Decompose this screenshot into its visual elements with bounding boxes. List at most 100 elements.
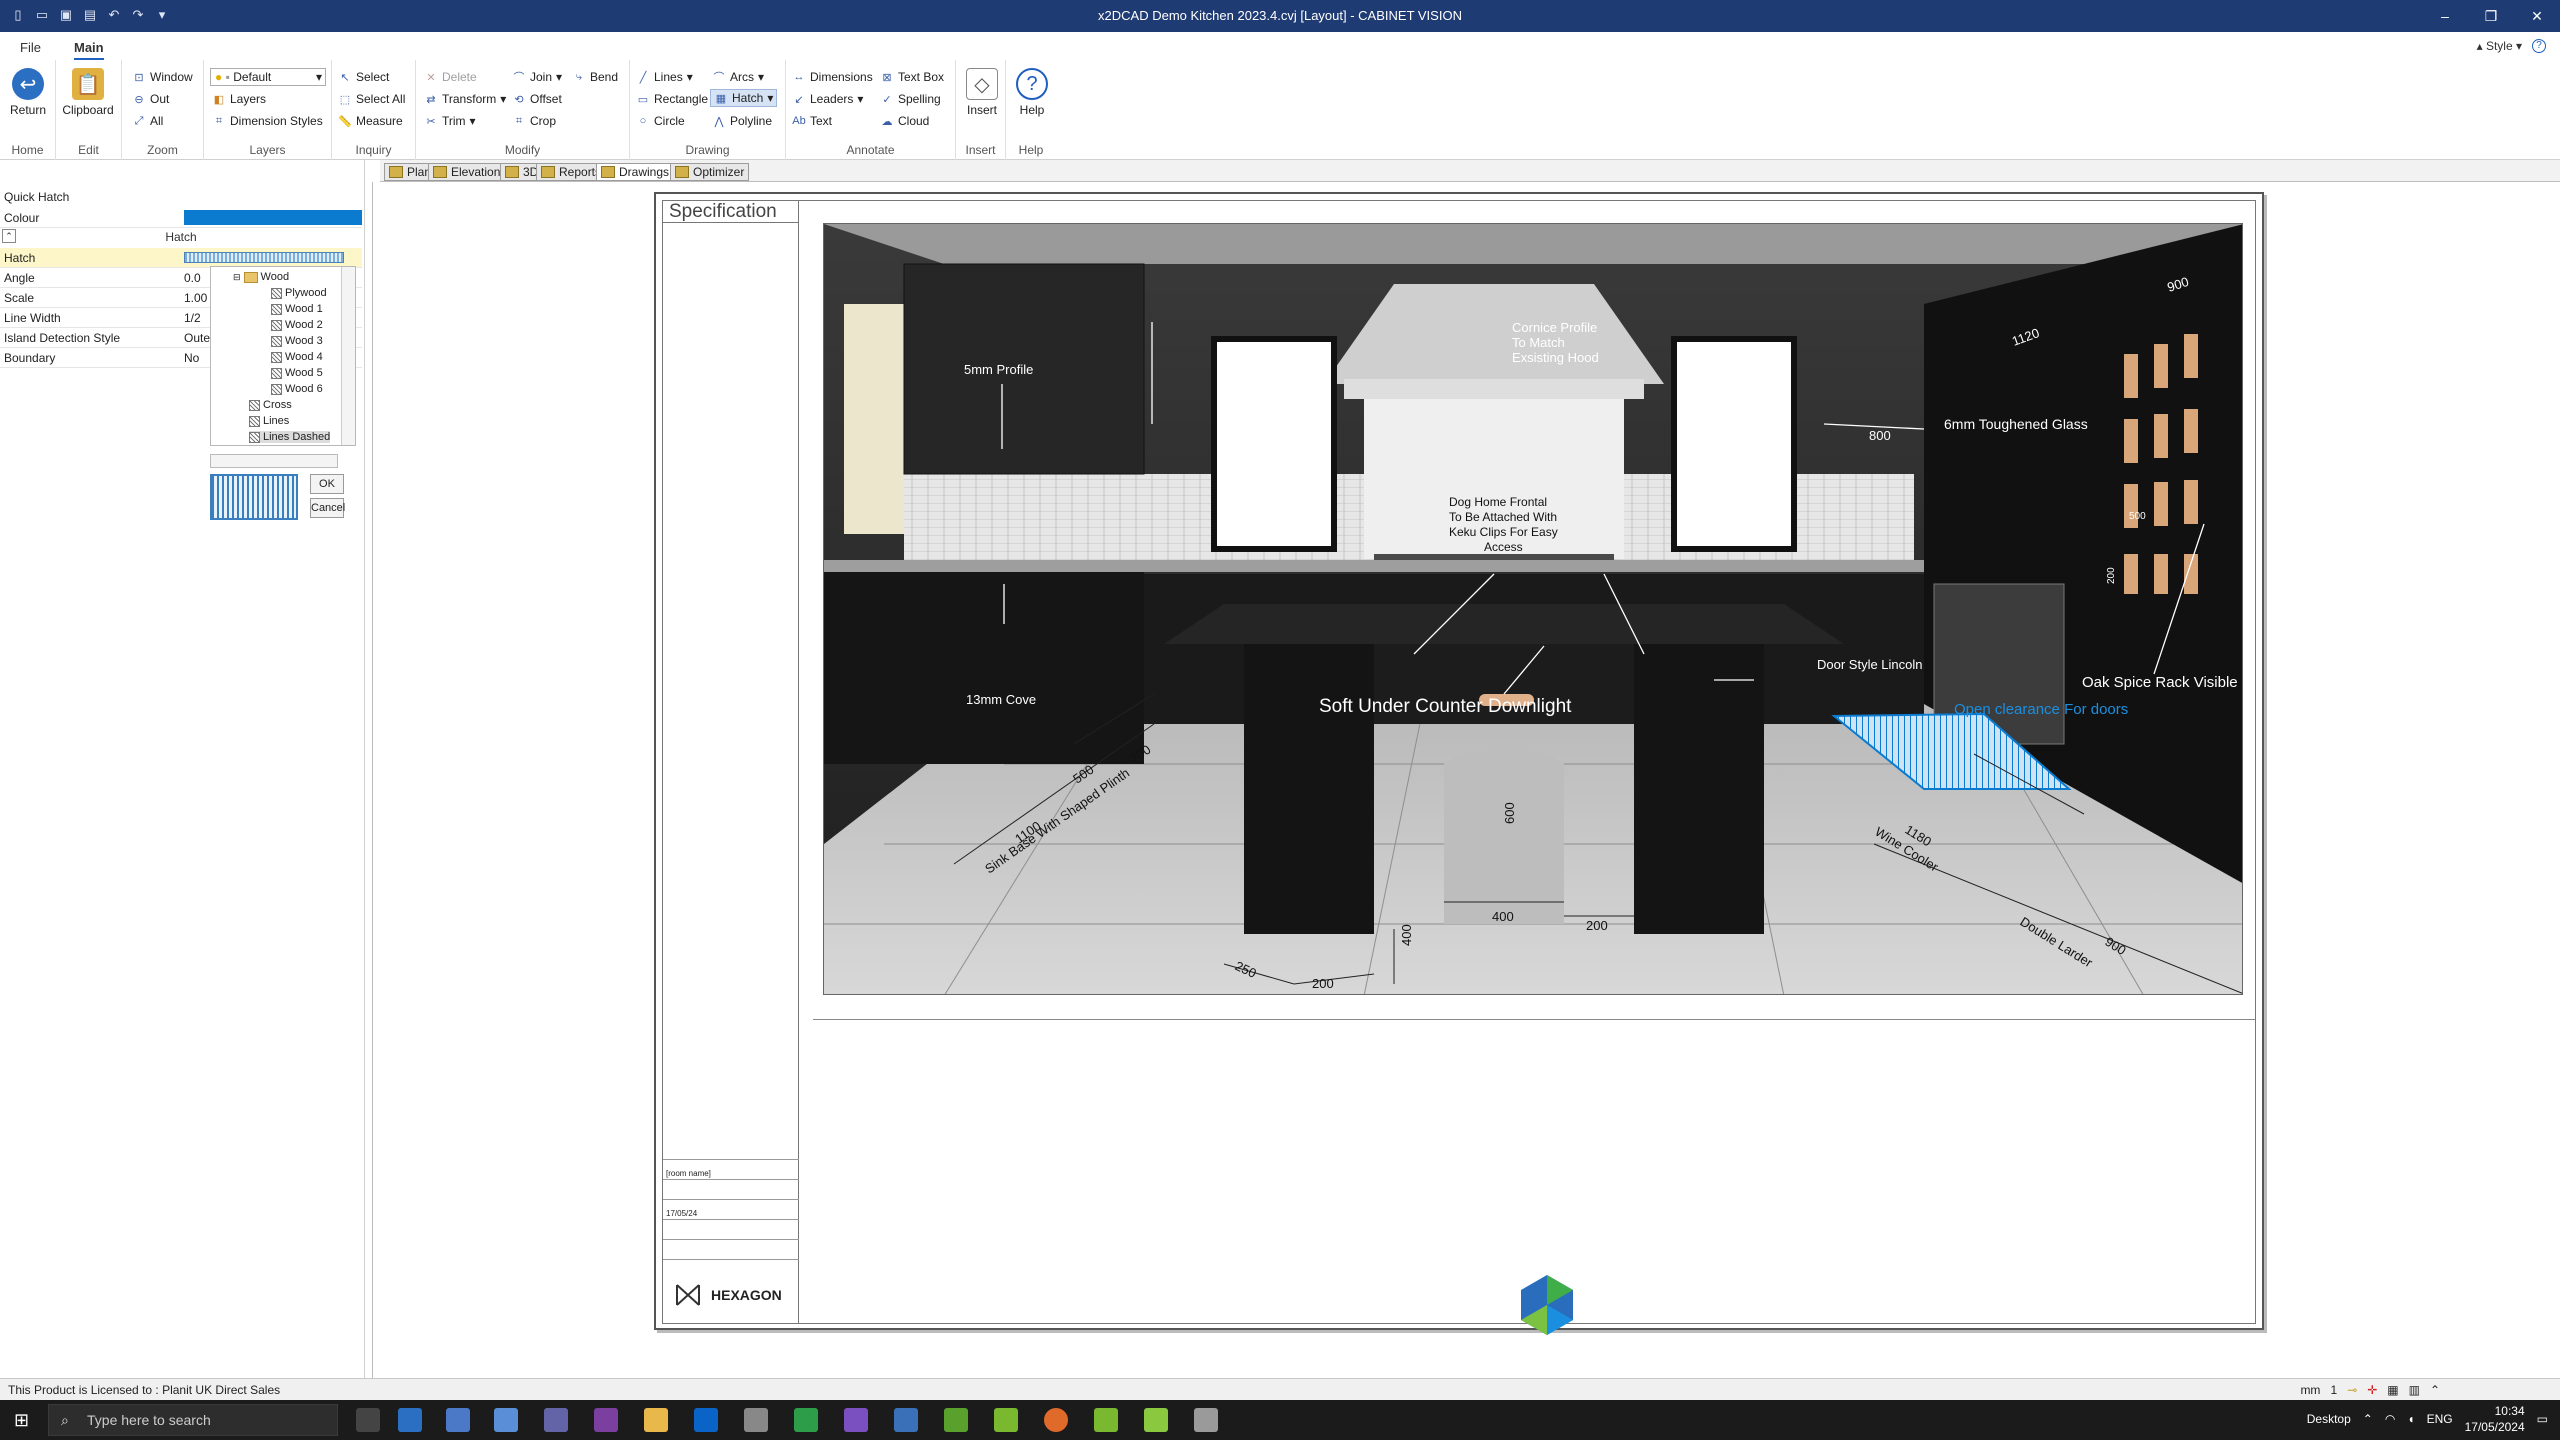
chevron-up-icon[interactable]: ⌃	[2363, 1412, 2373, 1426]
return-button[interactable]: ↩ Return	[2, 68, 54, 117]
tree-folder-wood[interactable]: ⊟ Wood	[233, 271, 289, 283]
scale-value[interactable]: 1	[2330, 1383, 2337, 1397]
visual-studio-icon[interactable]	[844, 1408, 868, 1432]
hatch-pattern-tree[interactable]: ⊟ Wood Plywood Wood 1 Wood 2 Wood 3 Wood …	[210, 266, 356, 446]
layer-select[interactable]: ● ▪ Default ▾	[210, 68, 326, 86]
spelling-button[interactable]: ✓ Spelling	[880, 90, 940, 108]
help-button[interactable]: ? Help	[1006, 68, 1058, 117]
layout-sheet[interactable]: Specification [room name] 17/05/24 HEXAG…	[654, 192, 2264, 1335]
tab-main[interactable]: Main	[74, 40, 104, 61]
trim-button[interactable]: ✂ Trim ▾	[424, 112, 475, 130]
tree-item[interactable]: Wood 3	[271, 335, 323, 347]
select-button[interactable]: ↖ Select	[338, 68, 389, 86]
insert-button[interactable]: ◇ Insert	[956, 68, 1008, 117]
tree-item[interactable]: Wood 6	[271, 383, 323, 395]
tree-scrollbar[interactable]	[341, 267, 355, 445]
kitchen-render[interactable]: 5mm Profile Cornice Profile To Match Exs…	[823, 223, 2243, 995]
tree-item[interactable]: Wood 1	[271, 303, 323, 315]
dimension-styles-button[interactable]: ⌗ Dimension Styles	[212, 112, 323, 130]
measure-button[interactable]: 📏 Measure	[338, 112, 403, 130]
help-circle-icon[interactable]: ?	[2532, 39, 2546, 53]
tab-drawings[interactable]: Drawings	[596, 163, 675, 181]
notifications-icon[interactable]: ▭	[2537, 1412, 2548, 1426]
rectangle-button[interactable]: ▭ Rectangle	[636, 90, 708, 108]
property-row-hatch[interactable]: Hatch	[0, 248, 362, 268]
tab-optimizer[interactable]: Optimizer	[670, 163, 750, 181]
taskbar-app-icon[interactable]	[1194, 1408, 1218, 1432]
tree-item[interactable]: Cross	[249, 399, 292, 411]
tree-item[interactable]: Wood 2	[271, 319, 323, 331]
taskbar-app-icon[interactable]	[794, 1408, 818, 1432]
close-button[interactable]: ✕	[2514, 0, 2560, 32]
minimize-button[interactable]: –	[2422, 0, 2468, 32]
zoom-all-button[interactable]: ⤢ All	[132, 112, 164, 130]
clipboard-button[interactable]: 📋 Clipboard	[62, 68, 114, 117]
lines-button[interactable]: ╱ Lines ▾	[636, 68, 693, 86]
file-explorer-icon[interactable]	[644, 1408, 668, 1432]
layout-icon[interactable]: ▥	[2409, 1383, 2420, 1397]
snap-icon[interactable]: ⊸	[2347, 1383, 2357, 1397]
calculator-icon[interactable]	[446, 1408, 470, 1432]
cloud-button[interactable]: ☁ Cloud	[880, 112, 930, 130]
zoom-out-button[interactable]: ⊖ Out	[132, 90, 169, 108]
tab-file[interactable]: File	[20, 40, 41, 55]
colour-swatch[interactable]	[184, 210, 362, 225]
delete-button[interactable]: ✕ Delete	[424, 68, 476, 86]
drawing-canvas[interactable]: Specification [room name] 17/05/24 HEXAG…	[372, 182, 2560, 1378]
desktop-toolbar[interactable]: Desktop	[2307, 1412, 2351, 1426]
firefox-icon[interactable]	[1044, 1408, 1068, 1432]
arcs-button[interactable]: ⌒ Arcs ▾	[712, 68, 765, 86]
bend-button[interactable]: ⤷ Bend	[572, 68, 618, 86]
crop-button[interactable]: ⌗ Crop	[512, 112, 556, 130]
taskbar-app-icon[interactable]	[398, 1408, 422, 1432]
text-button[interactable]: Ab Text	[792, 112, 832, 130]
grid-icon[interactable]: ▦	[2387, 1383, 2398, 1397]
teams-icon[interactable]	[544, 1408, 568, 1432]
clock[interactable]: 10:34 17/05/2024	[2465, 1403, 2525, 1435]
cancel-button[interactable]: Cancel	[310, 498, 345, 518]
taskbar-app-icon[interactable]	[994, 1408, 1018, 1432]
text-box-button[interactable]: ⊠ Text Box	[880, 68, 944, 86]
circle-button[interactable]: ○ Circle	[636, 112, 685, 130]
crosshair-icon[interactable]: ✛	[2367, 1383, 2377, 1397]
ok-button[interactable]: OK	[310, 474, 344, 494]
tab-elevation[interactable]: Elevation	[428, 163, 506, 181]
units-label[interactable]: mm	[2300, 1383, 2320, 1397]
leaders-button[interactable]: ↙ Leaders ▾	[792, 90, 863, 108]
tree-horizontal-scrollbar[interactable]	[210, 454, 338, 468]
taskbar-app-icon[interactable]	[494, 1408, 518, 1432]
maximize-button[interactable]: ❐	[2468, 0, 2514, 32]
transform-button[interactable]: ⇄ Transform ▾	[424, 90, 506, 108]
polyline-button[interactable]: ⋀ Polyline	[712, 112, 772, 130]
style-menu[interactable]: ▴ Style ▾	[2477, 39, 2522, 53]
outlook-icon[interactable]	[694, 1408, 718, 1432]
taskbar-app-icon[interactable]	[1144, 1408, 1168, 1432]
zoom-window-button[interactable]: ⊡ Window	[132, 68, 192, 86]
tree-item[interactable]: Plywood	[271, 287, 327, 299]
hatch-button[interactable]: ▦ Hatch ▾	[710, 89, 778, 107]
collapse-icon[interactable]: ⌃	[2, 229, 16, 243]
onenote-icon[interactable]	[594, 1408, 618, 1432]
volume-icon[interactable]: ◖	[2407, 1412, 2414, 1426]
tree-item[interactable]: Wood 4	[271, 351, 323, 363]
language-indicator[interactable]: ENG	[2427, 1412, 2453, 1426]
expand-icon[interactable]: ⊟	[233, 272, 241, 283]
layers-button[interactable]: ◧ Layers	[212, 90, 266, 108]
tree-item-selected[interactable]: Lines Dashed	[249, 431, 331, 443]
tree-item[interactable]: Wood 5	[271, 367, 323, 379]
fullscreen-icon[interactable]: ⌃	[2430, 1383, 2440, 1397]
dimensions-button[interactable]: ↔ Dimensions	[792, 68, 873, 86]
taskbar-search[interactable]: ⌕ Type here to search	[48, 1404, 338, 1436]
join-button[interactable]: ⌒ Join ▾	[512, 68, 563, 86]
taskbar-app-icon[interactable]	[1094, 1408, 1118, 1432]
network-icon[interactable]: ◠	[2385, 1412, 2395, 1426]
colour-row[interactable]: Colour	[0, 208, 362, 228]
task-view-icon[interactable]	[356, 1408, 380, 1432]
taskbar-app-icon[interactable]	[744, 1408, 768, 1432]
taskbar-app-icon[interactable]	[944, 1408, 968, 1432]
tree-item[interactable]: Lines	[249, 415, 289, 427]
windows-start-icon[interactable]: ⊞	[14, 1410, 29, 1431]
offset-button[interactable]: ⟲ Offset	[512, 90, 561, 108]
taskbar-app-icon[interactable]	[894, 1408, 918, 1432]
select-all-button[interactable]: ⬚ Select All	[338, 90, 406, 108]
